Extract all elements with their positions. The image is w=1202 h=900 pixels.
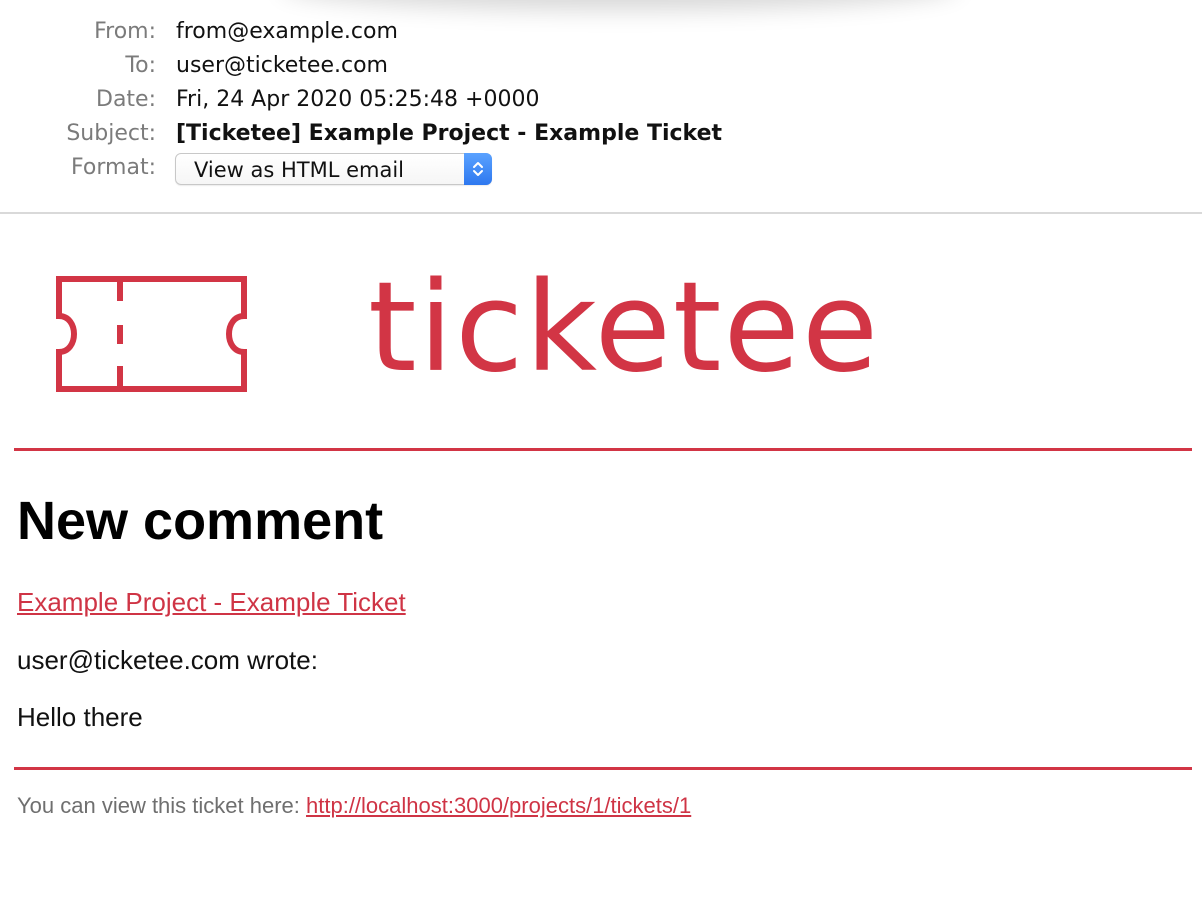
format-select[interactable]: View as HTML email	[175, 153, 492, 185]
date-label: Date:	[96, 87, 156, 112]
footer-note: You can view this ticket here: http://lo…	[17, 792, 691, 820]
email-title: New comment	[17, 491, 384, 551]
to-label: To:	[125, 53, 156, 78]
subject-label: Subject:	[66, 121, 156, 146]
date-value: Fri, 24 Apr 2020 05:25:48 +0000	[176, 87, 540, 112]
to-row: To: user@ticketee.com	[0, 49, 1202, 83]
date-row: Date: Fri, 24 Apr 2020 05:25:48 +0000	[0, 83, 1202, 117]
from-row: From: from@example.com	[0, 15, 1202, 49]
brand-wordmark: ticketee	[368, 256, 881, 400]
from-label: From:	[94, 19, 156, 44]
footer-prefix: You can view this ticket here:	[17, 793, 307, 818]
subject-value: [Ticketee] Example Project - Example Tic…	[176, 121, 723, 146]
comment-author: user@ticketee.com wrote:	[17, 645, 318, 675]
subject-row: Subject: [Ticketee] Example Project - Ex…	[0, 117, 1202, 151]
mail-header: From: from@example.com To: user@ticketee…	[0, 0, 1202, 214]
comment-body: Hello there	[17, 702, 143, 732]
format-label: Format:	[71, 155, 156, 180]
footer-divider	[14, 767, 1192, 770]
ticket-url-link[interactable]: http://localhost:3000/projects/1/tickets…	[306, 793, 691, 818]
to-value[interactable]: user@ticketee.com	[176, 49, 388, 83]
from-value[interactable]: from@example.com	[176, 15, 398, 49]
ticket-icon	[56, 276, 247, 392]
select-arrows-icon[interactable]	[464, 153, 492, 185]
header-divider	[14, 448, 1192, 451]
ticket-link[interactable]: Example Project - Example Ticket	[17, 586, 406, 618]
format-selected-value: View as HTML email	[194, 158, 405, 182]
